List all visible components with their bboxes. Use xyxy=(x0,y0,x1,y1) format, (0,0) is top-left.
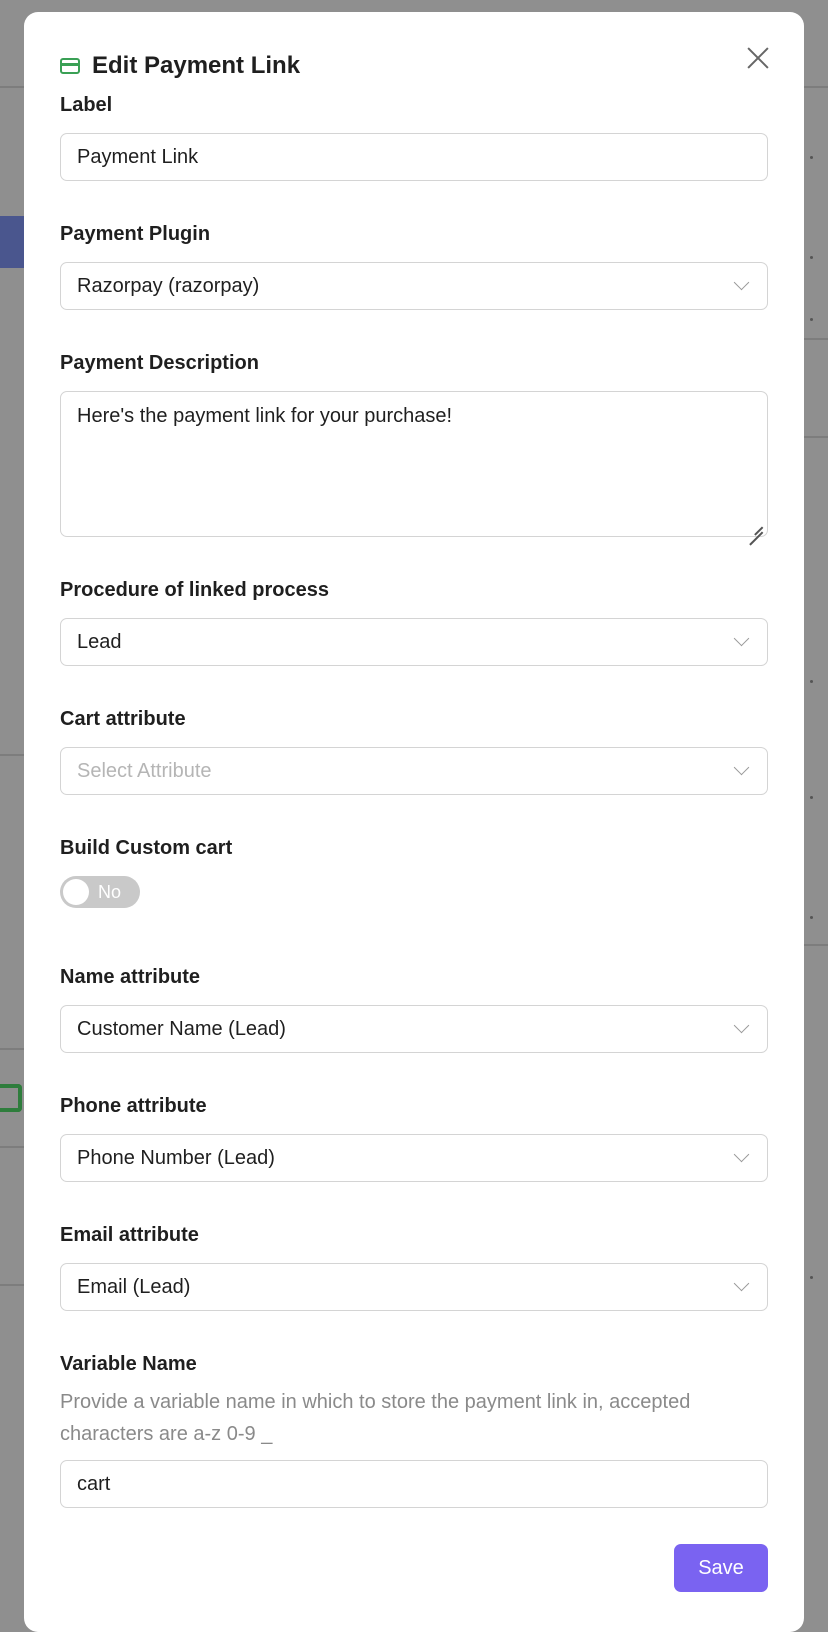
name-attribute-field-group: Name attribute Customer Name (Lead) xyxy=(60,966,768,1053)
cart-attribute-select[interactable]: Select Attribute xyxy=(60,747,768,795)
procedure-select[interactable]: Lead xyxy=(60,618,768,666)
backdrop-dot xyxy=(810,1276,813,1279)
variable-name-input[interactable]: cart xyxy=(60,1460,768,1508)
name-attribute-label: Name attribute xyxy=(60,966,201,988)
payment-plugin-field-group: Payment Plugin Razorpay (razorpay) xyxy=(60,223,768,310)
payment-description-field-group: Payment Description Here's the payment l… xyxy=(60,352,768,537)
email-attribute-select[interactable]: Email (Lead) xyxy=(60,1263,768,1311)
variable-name-field-group: Variable Name Provide a variable name in… xyxy=(60,1353,768,1508)
cart-attribute-label: Cart attribute xyxy=(60,708,186,730)
phone-attribute-field-group: Phone attribute Phone Number (Lead) xyxy=(60,1095,768,1182)
toggle-state-text: No xyxy=(98,882,122,902)
payment-description-textarea[interactable]: Here's the payment link for your purchas… xyxy=(60,391,768,537)
chevron-down-icon xyxy=(733,274,750,291)
phone-attribute-value: Phone Number (Lead) xyxy=(77,1146,275,1169)
procedure-label: Procedure of linked process xyxy=(60,579,329,601)
backdrop-divider xyxy=(800,944,828,946)
backdrop-dot xyxy=(810,796,813,799)
label-field-group: Label Payment Link xyxy=(60,94,768,181)
backdrop-divider xyxy=(800,436,828,438)
procedure-field-group: Procedure of linked process Lead xyxy=(60,579,768,666)
build-custom-cart-toggle[interactable]: No xyxy=(60,876,140,908)
procedure-value: Lead xyxy=(77,630,122,653)
chevron-down-icon xyxy=(733,1017,750,1034)
backdrop-card-icon xyxy=(0,1084,22,1112)
payment-description-value: Here's the payment link for your purchas… xyxy=(77,405,453,427)
phone-attribute-label: Phone attribute xyxy=(60,1095,207,1117)
phone-attribute-select[interactable]: Phone Number (Lead) xyxy=(60,1134,768,1182)
name-attribute-value: Customer Name (Lead) xyxy=(77,1017,286,1040)
build-custom-cart-label: Build Custom cart xyxy=(60,837,233,859)
label-field-label: Label xyxy=(60,94,113,116)
modal-header: Edit Payment Link xyxy=(60,52,300,80)
backdrop-divider xyxy=(800,338,828,340)
chevron-down-icon xyxy=(733,1146,750,1163)
backdrop-dot xyxy=(810,680,813,683)
variable-name-help-text: Provide a variable name in which to stor… xyxy=(60,1391,691,1445)
email-attribute-field-group: Email attribute Email (Lead) xyxy=(60,1224,768,1311)
chevron-down-icon xyxy=(733,1275,750,1292)
backdrop-dot xyxy=(810,318,813,321)
email-attribute-value: Email (Lead) xyxy=(77,1275,191,1298)
edit-payment-link-modal: Edit Payment Link Label Payment Link Pay… xyxy=(24,12,804,1632)
backdrop-divider xyxy=(0,1284,24,1286)
payment-description-label: Payment Description xyxy=(60,352,259,374)
backdrop-dot xyxy=(810,916,813,919)
label-input[interactable]: Payment Link xyxy=(60,133,768,181)
payment-plugin-select[interactable]: Razorpay (razorpay) xyxy=(60,262,768,310)
backdrop-dot xyxy=(810,156,813,159)
name-attribute-select[interactable]: Customer Name (Lead) xyxy=(60,1005,768,1053)
modal-title: Edit Payment Link xyxy=(92,52,301,79)
chevron-down-icon xyxy=(733,759,750,776)
cart-attribute-placeholder: Select Attribute xyxy=(77,759,212,782)
cart-attribute-field-group: Cart attribute Select Attribute xyxy=(60,708,768,795)
save-button[interactable]: Save xyxy=(674,1544,768,1592)
variable-name-label: Variable Name xyxy=(60,1353,197,1375)
toggle-knob xyxy=(63,879,89,905)
close-icon[interactable] xyxy=(742,42,774,74)
chevron-down-icon xyxy=(733,630,750,647)
backdrop-divider xyxy=(0,1048,24,1050)
backdrop-divider xyxy=(0,1146,24,1148)
backdrop-dot xyxy=(810,256,813,259)
email-attribute-label: Email attribute xyxy=(60,1224,199,1246)
backdrop-divider xyxy=(0,754,24,756)
credit-card-icon xyxy=(60,58,80,74)
payment-plugin-label: Payment Plugin xyxy=(60,223,211,245)
build-custom-cart-field-group: Build Custom cart No xyxy=(60,837,768,908)
resize-handle-icon[interactable] xyxy=(749,518,763,532)
payment-plugin-value: Razorpay (razorpay) xyxy=(77,274,260,297)
